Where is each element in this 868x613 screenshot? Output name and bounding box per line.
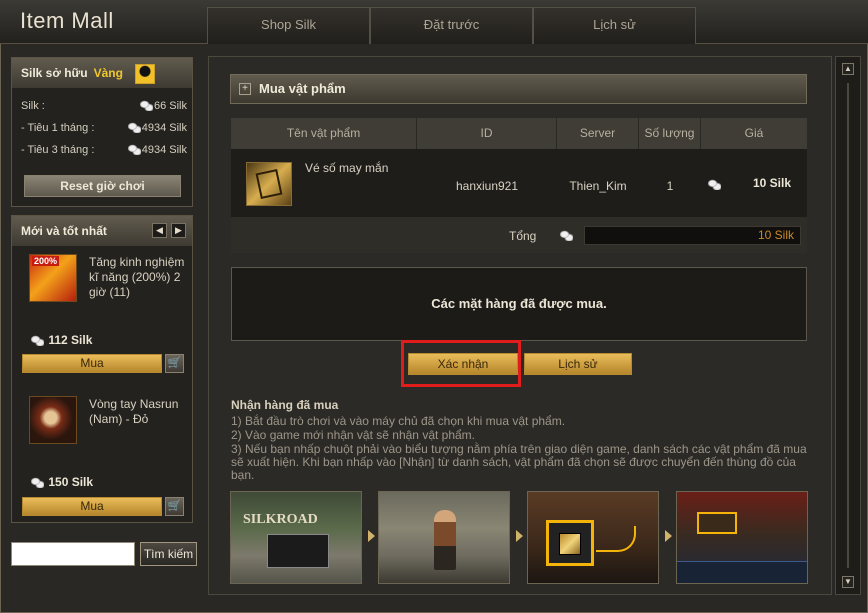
- coin-icon: [127, 144, 141, 155]
- pointer-arrow-graphic: [596, 526, 636, 552]
- scroll-up-icon[interactable]: ▲: [842, 63, 854, 75]
- col-item-name: Tên vật phẩm: [231, 118, 417, 149]
- silk-balance-label: Silk :: [21, 100, 45, 112]
- instruction-line-1: 1) Bắt đầu trò chơi và vào máy chủ đã ch…: [231, 414, 566, 428]
- exp-boost-badge: 200%: [32, 256, 60, 266]
- cart-icon[interactable]: 🛒: [165, 354, 184, 373]
- character-graphic: [434, 510, 456, 570]
- col-quantity: Số lượng: [639, 118, 701, 149]
- arrow-left-icon[interactable]: ◀: [152, 223, 167, 238]
- row-quantity: 1: [666, 179, 674, 193]
- bracelet-price-value: 150 Silk: [48, 475, 94, 489]
- spent-3-months-value-wrap: 4934 Silk: [127, 144, 187, 156]
- instruction-line-2: 2) Vào game mới nhận vật sẽ nhận vật phẩ…: [231, 428, 476, 442]
- guide-screenshot-inventory: [676, 491, 808, 584]
- silk-owned-panel: Silk sở hữu Vàng Silk : 66 Silk - Tiêu 1 …: [11, 57, 193, 207]
- silk-balance-row: Silk : 66 Silk: [21, 100, 187, 112]
- arrow-right-icon: [665, 530, 672, 542]
- spent-3-months-value: 4934 Silk: [141, 144, 187, 156]
- spent-3-months-label: - Tiêu 3 tháng :: [21, 144, 95, 156]
- bracelet-price: 150 Silk: [31, 475, 93, 489]
- coin-icon: [31, 477, 44, 488]
- inventory-bar-graphic: [677, 561, 807, 583]
- mall-icon: [559, 533, 581, 555]
- spent-3-months-row: - Tiêu 3 tháng : 4934 Silk: [21, 144, 187, 156]
- scrollbar[interactable]: ▲ ▼: [835, 56, 861, 595]
- bracelet-thumbnail[interactable]: [29, 396, 77, 444]
- plus-icon: +: [239, 83, 251, 95]
- coin-icon: [708, 179, 721, 190]
- spent-1-month-value-wrap: 4934 Silk: [127, 122, 187, 134]
- history-button[interactable]: Lịch sử: [524, 353, 632, 375]
- carousel-nav: ◀ ▶: [152, 223, 186, 238]
- instruction-line-3: 3) Nếu bạn nhấp chuột phải vào biểu tượn…: [231, 442, 807, 482]
- bracelet-name[interactable]: Vòng tay Nasrun (Nam) - Đỏ: [89, 397, 193, 427]
- col-id: ID: [417, 118, 557, 149]
- tier-label: Vàng: [93, 66, 123, 80]
- cart-icon[interactable]: 🛒: [165, 497, 184, 516]
- new-and-best-header: Mới và tốt nhất ◀ ▶: [12, 216, 192, 246]
- table-row: Vé số may mắn hanxiun921 Thien_Kim 1 10 …: [231, 149, 807, 217]
- tab-shop-silk[interactable]: Shop Silk: [207, 7, 370, 44]
- exp-boost-name[interactable]: Tăng kinh nghiệm kĩ năng (200%) 2 giờ (1…: [89, 255, 193, 300]
- mall-icon-highlight: [546, 520, 594, 566]
- coin-icon: [31, 335, 44, 346]
- scroll-track[interactable]: [847, 83, 849, 568]
- spent-1-month-label: - Tiêu 1 tháng :: [21, 122, 95, 134]
- purchase-table: Tên vật phẩm ID Server Số lượng Giá Vé s…: [231, 118, 807, 253]
- instructions-title: Nhận hàng đã mua: [231, 398, 339, 412]
- search-button[interactable]: Tìm kiếm: [140, 542, 197, 566]
- guide-screenshot-character: [378, 491, 510, 584]
- top-tabs: Shop Silk Đặt trước Lịch sử: [207, 7, 696, 44]
- silkroad-logo: SILKROAD: [243, 512, 318, 527]
- search-input[interactable]: [11, 542, 135, 566]
- spent-1-month-value: 4934 Silk: [141, 122, 187, 134]
- total-label: Tổng: [509, 229, 537, 243]
- silk-owned-header: Silk sở hữu Vàng: [12, 58, 192, 88]
- new-and-best-panel: Mới và tốt nhất ◀ ▶ 200% Tăng kinh nghiệ…: [11, 215, 193, 523]
- guide-screenshot-login: SILKROAD: [230, 491, 362, 584]
- buy-bracelet-button[interactable]: Mua: [22, 497, 162, 516]
- received-item-slot: [697, 512, 737, 534]
- total-row: Tổng 10 Silk: [231, 217, 807, 253]
- silk-owned-title: Silk sở hữu: [21, 66, 88, 80]
- exp-boost-thumbnail[interactable]: 200%: [29, 254, 77, 302]
- arrow-right-icon: [368, 530, 375, 542]
- tier-avatar-icon: [135, 64, 155, 84]
- row-id: hanxiun921: [455, 179, 519, 193]
- table-header: Tên vật phẩm ID Server Số lượng Giá: [231, 118, 807, 149]
- silk-balance-value-wrap: 66 Silk: [139, 100, 187, 112]
- purchase-message: Các mặt hàng đã được mua.: [231, 267, 807, 341]
- silk-balance-value: 66 Silk: [153, 100, 187, 112]
- login-dialog-graphic: [267, 534, 329, 568]
- lucky-ticket-icon: [246, 162, 292, 206]
- scroll-down-icon[interactable]: ▼: [842, 576, 854, 588]
- arrow-right-icon: [516, 530, 523, 542]
- exp-boost-price-value: 112 Silk: [48, 333, 93, 347]
- guide-screenshot-icon: [527, 491, 659, 584]
- lucky-ticket-inner: [255, 168, 283, 200]
- total-value: 10 Silk: [584, 226, 801, 245]
- spent-1-month-row: - Tiêu 1 tháng : 4934 Silk: [21, 122, 187, 134]
- col-server: Server: [557, 118, 639, 149]
- arrow-right-icon[interactable]: ▶: [171, 223, 186, 238]
- tab-history[interactable]: Lịch sử: [533, 7, 696, 44]
- coin-icon: [139, 100, 153, 111]
- coin-icon: [560, 230, 573, 241]
- tab-preorder[interactable]: Đặt trước: [370, 7, 533, 44]
- app-title: Item Mall: [20, 8, 114, 33]
- new-and-best-title: Mới và tốt nhất: [21, 224, 107, 238]
- purchase-section-title: Mua vật phẩm: [259, 81, 346, 96]
- reset-playtime-button[interactable]: Reset giờ chơi: [24, 175, 181, 197]
- col-price: Giá: [744, 126, 764, 140]
- row-server: Thien_Kim: [569, 179, 627, 193]
- confirm-highlight-box: [401, 340, 521, 387]
- row-item-name: Vé số may mắn: [305, 161, 389, 175]
- coin-icon: [127, 122, 141, 133]
- exp-boost-price: 112 Silk: [31, 333, 92, 347]
- row-price: 10 Silk: [753, 176, 792, 190]
- purchase-section-header: + Mua vật phẩm: [230, 74, 807, 104]
- buy-exp-boost-button[interactable]: Mua: [22, 354, 162, 373]
